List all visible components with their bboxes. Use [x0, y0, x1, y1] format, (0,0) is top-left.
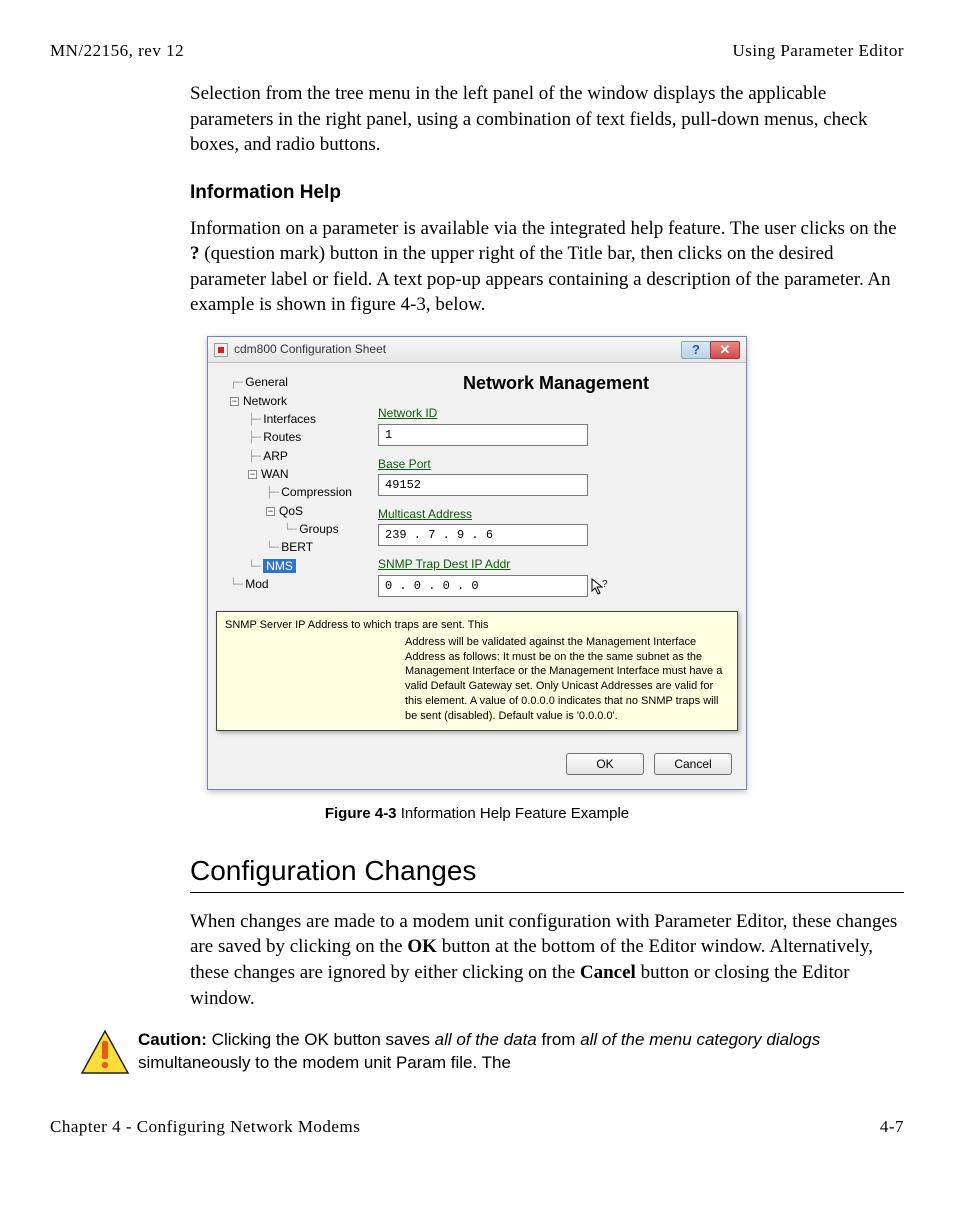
collapse-icon[interactable]: − [230, 397, 239, 406]
caution-block: Caution: Clicking the OK button saves al… [50, 1029, 904, 1081]
tree-qos[interactable]: −QoS [222, 502, 366, 520]
figure-text: Information Help Feature Example [397, 805, 630, 822]
panel-heading: Network Management [378, 371, 734, 395]
input-network-id[interactable]: 1 [378, 424, 588, 446]
caution-icon [80, 1029, 130, 1081]
tree-nms[interactable]: └╌NMS [222, 557, 366, 576]
heading-rule [190, 892, 904, 893]
nav-tree[interactable]: ┌╌General −Network ├╌Interfaces ├╌Routes… [216, 369, 366, 607]
caution-c: simultaneously to the modem unit Param f… [138, 1053, 511, 1072]
caution-text: Caution: Clicking the OK button saves al… [138, 1029, 904, 1075]
tree-arp[interactable]: ├╌ARP [222, 447, 366, 466]
header-left: MN/22156, rev 12 [50, 40, 184, 63]
field-network-id: Network ID 1 [378, 405, 734, 445]
tree-interfaces[interactable]: ├╌Interfaces [222, 410, 366, 429]
field-snmp-trap: SNMP Trap Dest IP Addr 0 . 0 . 0 . 0 ? [378, 556, 734, 596]
tree-wan[interactable]: −WAN [222, 465, 366, 483]
figure-dialog-wrap: cdm800 Configuration Sheet ? ✕ ┌╌General… [50, 336, 904, 790]
close-button[interactable]: ✕ [710, 341, 740, 359]
caution-label: Caution: [138, 1030, 207, 1049]
tree-groups[interactable]: └╌Groups [222, 520, 366, 539]
collapse-icon[interactable]: − [266, 507, 275, 516]
footer-right: 4-7 [880, 1116, 904, 1139]
cc-cancel: Cancel [580, 962, 636, 983]
header-right: Using Parameter Editor [732, 40, 904, 63]
label-base-port[interactable]: Base Port [378, 456, 734, 472]
tree-routes[interactable]: ├╌Routes [222, 428, 366, 447]
app-icon [214, 343, 228, 357]
intro-paragraph: Selection from the tree menu in the left… [190, 81, 904, 158]
info-help-paragraph: Information on a parameter is available … [190, 216, 904, 319]
cancel-button[interactable]: Cancel [654, 753, 732, 775]
p-text-a: Information on a parameter is available … [190, 218, 897, 239]
tree-network[interactable]: −Network [222, 392, 366, 410]
page-header: MN/22156, rev 12 Using Parameter Editor [50, 40, 904, 63]
caution-i2: all of the menu category dialogs [580, 1030, 820, 1049]
footer-left: Chapter 4 - Configuring Network Modems [50, 1116, 360, 1139]
dialog-body: ┌╌General −Network ├╌Interfaces ├╌Routes… [208, 363, 746, 607]
caution-i1: all of the data [435, 1030, 537, 1049]
tree-selected: NMS [263, 559, 296, 573]
p-text-c: (question mark) button in the upper righ… [190, 243, 891, 315]
caution-a: Clicking the OK button saves [207, 1030, 435, 1049]
right-panel: Network Management Network ID 1 Base Por… [366, 369, 738, 607]
collapse-icon[interactable]: − [248, 470, 257, 479]
label-network-id[interactable]: Network ID [378, 405, 734, 421]
qmark-bold: ? [190, 243, 200, 264]
config-changes-paragraph: When changes are made to a modem unit co… [190, 909, 904, 1012]
input-multicast[interactable]: 239 . 7 . 9 . 6 [378, 524, 588, 546]
titlebar-left: cdm800 Configuration Sheet [214, 341, 386, 357]
field-multicast: Multicast Address 239 . 7 . 9 . 6 [378, 506, 734, 546]
input-snmp-trap[interactable]: 0 . 0 . 0 . 0 [378, 575, 588, 597]
input-base-port[interactable]: 49152 [378, 474, 588, 496]
page-footer: Chapter 4 - Configuring Network Modems 4… [50, 1116, 904, 1139]
tree-mod[interactable]: └╌Mod [222, 575, 366, 594]
tree-bert[interactable]: └╌BERT [222, 538, 366, 557]
label-multicast[interactable]: Multicast Address [378, 506, 734, 522]
dialog-title: cdm800 Configuration Sheet [234, 341, 386, 357]
caution-b: from [537, 1030, 580, 1049]
figure-label: Figure 4-3 [325, 805, 397, 822]
tooltip-title: SNMP Server IP Address to which traps ar… [225, 618, 729, 633]
figure-caption: Figure 4-3 Information Help Feature Exam… [50, 804, 904, 824]
tree-general[interactable]: ┌╌General [222, 373, 366, 392]
field-base-port: Base Port 49152 [378, 456, 734, 496]
info-help-heading: Information Help [190, 180, 904, 206]
help-cursor-icon: ? [590, 577, 610, 597]
label-snmp-trap[interactable]: SNMP Trap Dest IP Addr [378, 556, 734, 572]
dialog-titlebar: cdm800 Configuration Sheet ? ✕ [208, 337, 746, 363]
cc-ok: OK [407, 936, 437, 957]
titlebar-buttons: ? ✕ [682, 341, 740, 359]
tooltip-body: Address will be validated against the Ma… [225, 635, 729, 724]
help-tooltip: SNMP Server IP Address to which traps ar… [216, 611, 738, 731]
config-changes-heading: Configuration Changes [190, 852, 904, 890]
ok-button[interactable]: OK [566, 753, 644, 775]
config-dialog: cdm800 Configuration Sheet ? ✕ ┌╌General… [207, 336, 747, 790]
help-button[interactable]: ? [681, 341, 711, 359]
tree-compression[interactable]: ├╌Compression [222, 483, 366, 502]
svg-text:?: ? [602, 579, 608, 590]
dialog-footer: OK Cancel [208, 743, 746, 789]
